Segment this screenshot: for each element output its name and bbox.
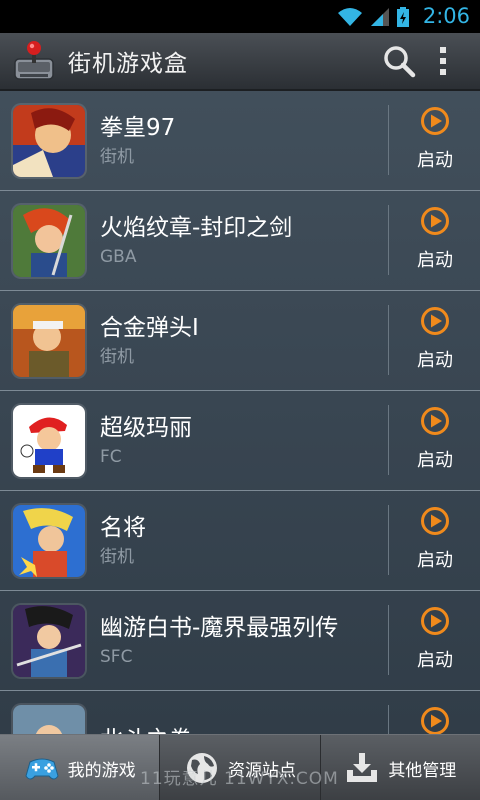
row-divider (388, 405, 389, 475)
game-thumbnail (13, 404, 85, 477)
play-icon (421, 706, 449, 734)
game-text: 名将 街机 (100, 513, 390, 569)
wifi-icon (337, 7, 362, 26)
tab-other-management[interactable]: 其他管理 (321, 735, 480, 800)
status-time: 2:06 (422, 4, 470, 28)
game-row[interactable]: 北斗之拳 启动 (0, 691, 480, 734)
game-list: 拳皇97 街机 启动 火焰纹章-封印之剑 GBA 启动 合金弹头I 街机 启动 … (0, 91, 480, 734)
launch-button[interactable]: 启动 (390, 491, 480, 590)
watermark: 11玩意儿 11WYX.COM (140, 769, 339, 789)
game-type: 街机 (100, 146, 134, 167)
game-name: 火焰纹章-封印之剑 (100, 214, 293, 241)
game-thumbnail (13, 104, 85, 177)
game-thumbnail (13, 604, 85, 677)
screen: 2:06 街机游戏盒 拳皇97 街机 启动 火焰纹章-封印之剑 GBA 启动 合… (0, 0, 480, 800)
row-divider (388, 305, 389, 375)
game-type: GBA (100, 246, 137, 267)
tab-my-games[interactable]: 我的游戏 (0, 735, 161, 800)
tab-label: 其他管理 (388, 760, 457, 781)
launch-button[interactable]: 启动 (390, 591, 480, 690)
game-thumbnail (13, 204, 85, 277)
play-icon (421, 106, 449, 135)
launch-button[interactable]: 启动 (390, 291, 480, 390)
launch-label: 启动 (417, 649, 453, 671)
tab-label: 我的游戏 (67, 760, 136, 781)
game-type: FC (100, 446, 122, 467)
signal-icon (370, 7, 389, 26)
battery-icon (396, 6, 409, 27)
game-row[interactable]: 拳皇97 街机 启动 (0, 91, 480, 191)
game-name: 北斗之拳 (100, 725, 390, 735)
launch-button[interactable]: 启动 (390, 691, 480, 734)
game-row[interactable]: 超级玛丽 FC 启动 (0, 391, 480, 491)
game-text: 超级玛丽 FC (100, 413, 390, 469)
row-divider (388, 505, 389, 575)
gamepad-icon (25, 758, 59, 780)
launch-button[interactable]: 启动 (390, 91, 480, 190)
overflow-menu-icon[interactable] (438, 46, 448, 76)
play-icon (421, 506, 449, 535)
game-type: 街机 (100, 346, 134, 367)
launch-label: 启动 (417, 149, 453, 171)
launch-button[interactable]: 启动 (390, 391, 480, 490)
row-divider (388, 105, 389, 175)
launch-label: 启动 (417, 349, 453, 371)
game-name: 拳皇97 (100, 114, 176, 141)
download-tray-icon (347, 753, 378, 782)
game-row[interactable]: 幽游白书-魔界最强列传 SFC 启动 (0, 591, 480, 691)
game-name: 名将 (100, 514, 146, 541)
play-icon (421, 206, 449, 235)
app-logo-icon[interactable] (12, 39, 56, 83)
game-text: 北斗之拳 (100, 725, 390, 735)
play-icon (421, 406, 449, 435)
app-title: 街机游戏盒 (68, 51, 188, 77)
row-divider (388, 705, 389, 734)
status-bar: 2:06 (0, 0, 480, 33)
game-thumbnail (13, 704, 85, 734)
game-row[interactable]: 火焰纹章-封印之剑 GBA 启动 (0, 191, 480, 291)
game-name: 合金弹头I (100, 314, 199, 341)
game-thumbnail (13, 304, 85, 377)
game-text: 合金弹头I 街机 (100, 313, 390, 369)
action-bar: 街机游戏盒 (0, 33, 480, 91)
game-row[interactable]: 名将 街机 启动 (0, 491, 480, 591)
launch-label: 启动 (417, 249, 453, 271)
search-icon[interactable] (382, 44, 416, 78)
game-type: 街机 (100, 546, 134, 567)
play-icon (421, 306, 449, 335)
game-name: 超级玛丽 (100, 414, 192, 441)
game-text: 幽游白书-魔界最强列传 SFC (100, 613, 390, 669)
game-row[interactable]: 合金弹头I 街机 启动 (0, 291, 480, 391)
game-type: SFC (100, 646, 133, 667)
game-name: 幽游白书-魔界最强列传 (100, 614, 339, 641)
game-thumbnail (13, 504, 85, 577)
launch-label: 启动 (417, 549, 453, 571)
launch-button[interactable]: 启动 (390, 191, 480, 290)
row-divider (388, 205, 389, 275)
game-text: 火焰纹章-封印之剑 GBA (100, 213, 390, 269)
launch-label: 启动 (417, 449, 453, 471)
game-text: 拳皇97 街机 (100, 113, 390, 169)
row-divider (388, 605, 389, 675)
play-icon (421, 606, 449, 635)
